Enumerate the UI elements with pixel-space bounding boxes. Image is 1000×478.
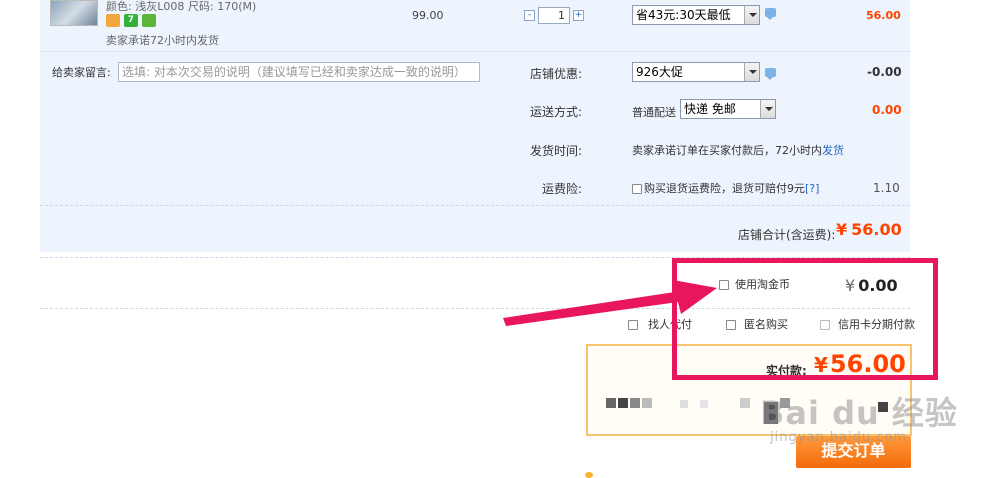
pixelated-block	[642, 398, 652, 408]
notice-icon	[585, 472, 593, 478]
seven-day-return-icon: 7	[123, 14, 138, 27]
currency-symbol: ¥	[836, 220, 848, 239]
pixelated-block	[700, 400, 708, 408]
watermark-logo: Bai du 经验	[760, 394, 958, 432]
item-size: 尺码: 170(M)	[188, 0, 257, 13]
shop-total-label: 店铺合计(含运费):	[738, 228, 836, 242]
insurance-label: 运费险:	[542, 182, 583, 196]
annotation-arrow-icon	[503, 280, 717, 326]
pixelated-block	[606, 398, 616, 408]
pixelated-block	[740, 398, 750, 408]
item-subtotal: 56.00	[866, 9, 901, 22]
shipping-method-value: 快递 免邮	[684, 102, 736, 116]
card-badge-icon	[106, 14, 120, 27]
quantity-decrease-button[interactable]: -	[524, 10, 535, 21]
shipping-label: 运送方式:	[530, 105, 583, 119]
shop-promo-value: 926大促	[636, 65, 683, 79]
item-price: 99.00	[412, 9, 444, 22]
shop-promo-label: 店铺优惠:	[530, 67, 583, 81]
insurance-checkbox[interactable]	[632, 184, 642, 194]
remark-input[interactable]: 选填: 对本次交易的说明（建议填写已经和卖家达成一致的说明）	[118, 62, 480, 82]
shop-total-amount: ¥56.00	[836, 220, 902, 239]
insurance-fee: 1.10	[873, 181, 900, 195]
divider	[40, 205, 910, 206]
chevron-down-icon	[744, 6, 759, 24]
ship-time-desc: 卖家承诺订单在买家付款后，72小时内	[632, 144, 822, 157]
remark-label: 给卖家留言:	[52, 66, 111, 79]
shop-total-value: 56.00	[851, 220, 902, 239]
service-badges: 7	[106, 13, 156, 27]
pixelated-block	[680, 400, 688, 408]
ship-time-label: 发货时间:	[530, 144, 583, 158]
item-color: 颜色: 浅灰L008	[106, 0, 185, 13]
item-ship-promise: 卖家承诺72小时内发货	[106, 34, 219, 47]
chevron-down-icon	[760, 100, 775, 118]
chat-icon[interactable]	[765, 68, 776, 80]
guarantee-icon	[141, 14, 156, 27]
quantity-increase-button[interactable]: +	[573, 10, 584, 21]
pixelated-block	[618, 398, 628, 408]
quantity-input[interactable]: 1	[538, 7, 570, 24]
insurance-help-link[interactable]: [?]	[805, 182, 819, 195]
shipping-method-select[interactable]: 快递 免邮	[680, 99, 776, 119]
shipping-type: 普通配送	[632, 106, 676, 119]
pixelated-block	[630, 398, 640, 408]
insurance-option[interactable]: 购买退货运费险，退货可赔付9元[?]	[632, 180, 819, 196]
watermark-url: jingyan.baidu.com	[770, 430, 907, 445]
item-discount-value: 省43元:30天最低	[636, 8, 731, 22]
item-discount-select[interactable]: 省43元:30天最低	[632, 5, 760, 25]
product-thumbnail[interactable]	[50, 0, 98, 26]
chat-icon[interactable]	[765, 8, 776, 20]
chevron-down-icon	[744, 63, 759, 81]
shipping-fee: 0.00	[872, 103, 902, 117]
shop-promo-amount: -0.00	[867, 65, 902, 79]
shop-promo-select[interactable]: 926大促	[632, 62, 760, 82]
ship-time-text: 卖家承诺订单在买家付款后，72小时内发货	[632, 142, 844, 158]
ship-time-link[interactable]: 发货	[822, 144, 844, 157]
insurance-text: 购买退货运费险，退货可赔付9元	[644, 182, 805, 195]
